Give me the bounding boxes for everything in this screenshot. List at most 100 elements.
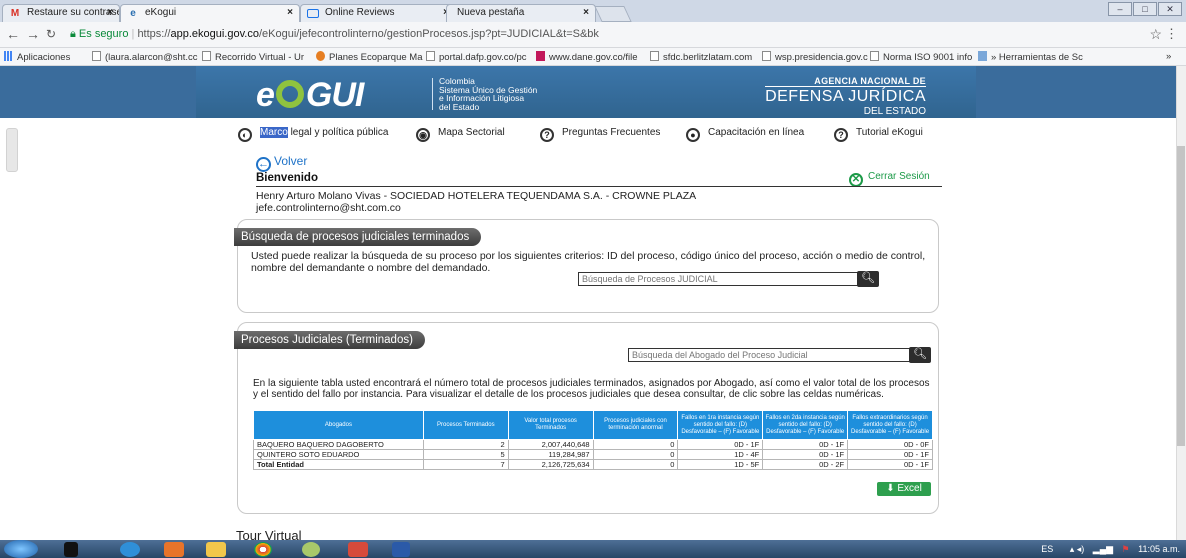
folder-icon[interactable] xyxy=(206,542,226,557)
table-cell[interactable]: 0D - 1F xyxy=(847,449,933,460)
table-cell[interactable]: 2 xyxy=(422,439,509,450)
close-window-button[interactable]: ✕ xyxy=(1158,2,1182,16)
page-icon xyxy=(202,51,211,61)
table-cell[interactable]: 0D - 2F xyxy=(762,459,849,470)
help-icon: ? xyxy=(834,128,848,142)
url-field[interactable]: 🔒︎ Es seguro | https://app.ekogui.gov.co… xyxy=(64,25,1154,44)
bookmark-item[interactable]: wsp.presidencia.gov.c xyxy=(762,51,868,63)
new-tab-button[interactable] xyxy=(594,6,632,22)
tab-gmail[interactable]: M Restaure su contraseña p × xyxy=(2,4,120,22)
person-icon: ● xyxy=(686,128,700,142)
menu-item-tutorial[interactable]: ? Tutorial eKogui xyxy=(834,127,923,142)
bookmark-item[interactable]: sfdc.berlitzlatam.com xyxy=(650,51,752,63)
bookmark-item[interactable]: Norma ISO 9001 info xyxy=(870,51,972,63)
globe-icon xyxy=(316,51,325,61)
word-icon[interactable] xyxy=(392,542,410,557)
bookmark-item[interactable]: Recorrido Virtual - Ur xyxy=(202,51,304,63)
table-row: QUINTERO SOTO EDUARDO 5 119,284,987 0 1D… xyxy=(253,449,933,460)
tab-ekogui[interactable]: e eKogui × xyxy=(120,4,300,22)
table-cell[interactable]: 0D - 1F xyxy=(847,459,933,470)
url-path: /eKogui/jefecontrolinterno/gestionProces… xyxy=(258,28,599,40)
table-cell[interactable]: 1D - 4F xyxy=(677,449,764,460)
table-cell[interactable]: 119,284,987 xyxy=(507,449,594,460)
table-cell[interactable]: 0 xyxy=(592,449,679,460)
panel-title: Búsqueda de procesos judiciales terminad… xyxy=(234,228,482,246)
bookmark-item[interactable]: portal.dafp.gov.co/pc xyxy=(426,51,527,63)
table-cell[interactable]: 2,126,725,634 xyxy=(507,459,594,470)
table-cell[interactable]: 0 xyxy=(592,439,679,450)
forward-arrow-icon[interactable]: → xyxy=(26,26,40,42)
main-menu: ◐ Marco legal y política pública ◉ Mapa Se… xyxy=(0,127,1176,143)
start-button[interactable] xyxy=(4,540,38,558)
minimize-button[interactable]: – xyxy=(1108,2,1132,16)
lawyer-search-input[interactable] xyxy=(628,348,910,362)
page-scrollbar[interactable] xyxy=(1176,66,1186,540)
clock[interactable]: 11:05 a.m. xyxy=(1138,544,1180,554)
language-indicator[interactable]: ES xyxy=(1041,544,1053,554)
ekogui-logo[interactable]: e GUI xyxy=(256,76,364,115)
search-button[interactable]: 🔍︎ xyxy=(909,347,931,363)
bookmarks-more[interactable]: » xyxy=(1166,51,1171,62)
table-cell[interactable]: 0D - 0F xyxy=(847,439,933,450)
divider xyxy=(256,186,942,187)
close-icon[interactable]: × xyxy=(107,7,113,18)
back-link[interactable]: ← Volver xyxy=(256,154,307,172)
page-icon xyxy=(650,51,659,61)
total-label: Total Entidad xyxy=(253,459,424,470)
table-cell[interactable]: 7 xyxy=(422,459,509,470)
bookmark-item[interactable]: » Herramientas de Sc xyxy=(978,51,1083,63)
bookmark-apps[interactable]: Aplicaciones xyxy=(4,51,70,63)
app-icon[interactable] xyxy=(302,542,320,557)
menu-item-marco-legal[interactable]: ◐ Marco legal y política pública xyxy=(238,127,388,142)
menu-kebab-icon[interactable]: ⋮ xyxy=(1165,26,1178,42)
logout-button[interactable]: ✕ Cerrar Sesión xyxy=(849,171,930,187)
user-info: Henry Arturo Molano Vivas - SOCIEDAD HOT… xyxy=(256,190,696,214)
close-icon[interactable]: × xyxy=(583,7,589,18)
star-icon[interactable]: ☆ xyxy=(1149,26,1162,43)
ekogui-icon: e xyxy=(130,8,136,19)
tab-label: eKogui xyxy=(145,7,177,18)
search-icon: 🔍︎ xyxy=(913,348,927,360)
media-icon[interactable] xyxy=(164,542,184,557)
table-cell[interactable]: 0D - 1F xyxy=(762,439,849,450)
table-cell[interactable]: 0D - 1F xyxy=(677,439,764,450)
table-row: BAQUERO BAQUERO DAGOBERTO 2 2,007,440,64… xyxy=(253,439,933,450)
menu-item-mapa-sectorial[interactable]: ◉ Mapa Sectorial xyxy=(416,127,505,142)
address-bar: ← → ↻ 🔒︎ Es seguro | https://app.ekogui.… xyxy=(0,22,1186,48)
bookmark-item[interactable]: www.dane.gov.co/file xyxy=(536,51,638,63)
scrollbar-thumb[interactable] xyxy=(1177,146,1185,446)
ie-icon[interactable] xyxy=(120,542,140,557)
tab-nueva-pestana[interactable]: Nueva pestaña × xyxy=(446,4,596,22)
bookmark-item[interactable]: (laura.alarcon@sht.cc xyxy=(92,51,198,63)
logo-ring-icon xyxy=(275,80,304,108)
process-search-input[interactable] xyxy=(578,272,858,286)
table-cell[interactable]: 5 xyxy=(422,449,509,460)
agency-logo[interactable]: AGENCIA NACIONAL DE DEFENSA JURÍDICA DEL… xyxy=(765,76,926,117)
reload-icon[interactable]: ↻ xyxy=(46,27,56,41)
volume-icon[interactable]: ▴ ◂) xyxy=(1070,544,1085,554)
chrome-icon[interactable] xyxy=(254,542,272,557)
close-icon[interactable]: × xyxy=(287,7,293,18)
alert-icon[interactable]: ⚑ xyxy=(1122,544,1130,554)
back-arrow-icon[interactable]: ← xyxy=(6,26,20,42)
page-title: Bienvenido xyxy=(256,172,318,184)
tab-strip: M Restaure su contraseña p × e eKogui × … xyxy=(0,0,1186,22)
bookmark-item[interactable]: Planes Ecoparque Ma xyxy=(316,51,422,63)
menu-item-preguntas[interactable]: ? Preguntas Frecuentes xyxy=(540,127,660,142)
tab-online-reviews[interactable]: Online Reviews × xyxy=(300,4,456,22)
table-cell[interactable]: 1D - 5F xyxy=(677,459,764,470)
excel-export-button[interactable]: ⬇ Excel xyxy=(877,482,931,496)
search-button[interactable]: 🔍︎ xyxy=(857,271,879,287)
search-panel: Búsqueda de procesos judiciales terminad… xyxy=(234,219,939,313)
user-icon[interactable] xyxy=(64,542,78,557)
table-cell[interactable]: 2,007,440,648 xyxy=(507,439,594,450)
table-cell[interactable]: 0D - 1F xyxy=(762,449,849,460)
column-header: Fallos en 1ra instancia según sentido de… xyxy=(677,410,764,440)
url-host: app.ekogui.gov.co xyxy=(170,28,259,40)
network-icon[interactable]: ▂▄▆ xyxy=(1093,544,1113,554)
maximize-button[interactable]: □ xyxy=(1133,2,1157,16)
menu-item-capacitacion[interactable]: ● Capacitación en línea xyxy=(686,127,804,142)
table-cell[interactable]: 0 xyxy=(592,459,679,470)
app-icon[interactable] xyxy=(348,542,368,557)
apps-grid-icon xyxy=(4,51,13,61)
